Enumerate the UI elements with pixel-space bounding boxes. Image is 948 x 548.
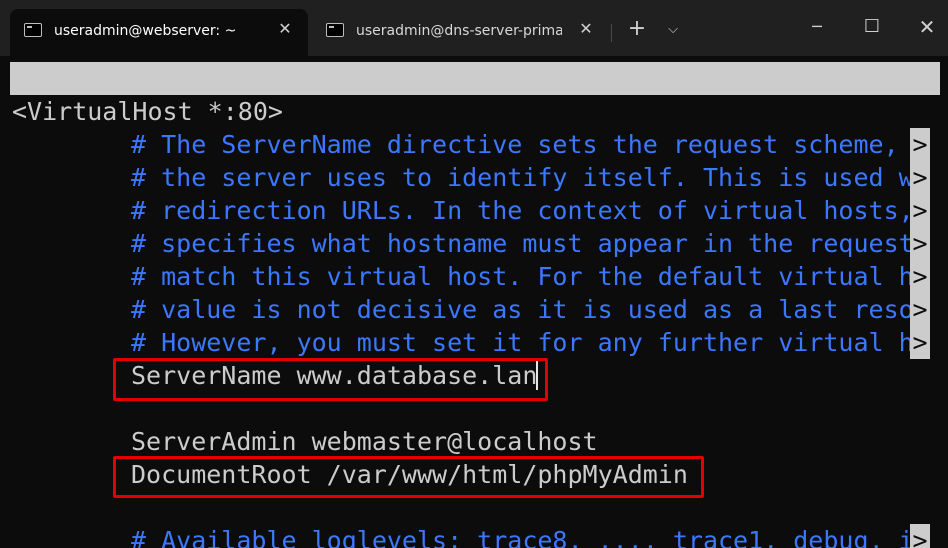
editor-line-comment: # Available loglevels: trace8, ..., trac…	[131, 526, 914, 548]
close-window-button[interactable]: ✕	[912, 14, 942, 40]
editor-line-comment: # match this virtual host. For the defau…	[131, 262, 914, 291]
line-overflow-marker: >	[910, 326, 930, 359]
chevron-down-icon[interactable]: ⌵	[660, 18, 686, 42]
tab-title: useradmin@dns-server-primar	[356, 23, 562, 39]
nano-header-bar: GNU nano 5.4 php.conf *	[10, 62, 940, 159]
editor-line-comment: # specifies what hostname must appear in…	[131, 229, 914, 258]
line-overflow-marker: >	[910, 227, 930, 260]
text-cursor	[536, 361, 538, 390]
close-tab-icon[interactable]: ✕	[275, 19, 295, 39]
line-overflow-marker: >	[910, 194, 930, 227]
tab-dns-server[interactable]: useradmin@dns-server-primar ✕	[312, 9, 608, 56]
documentroot-highlight-box	[113, 456, 704, 498]
new-tab-button[interactable]: +	[624, 16, 650, 42]
minimize-button[interactable]: ─	[802, 14, 832, 40]
window-titlebar: useradmin@webserver: ~ ✕ useradmin@dns-s…	[0, 0, 948, 56]
editor-line-comment: # The ServerName directive sets the requ…	[131, 130, 914, 159]
tab-separator	[611, 24, 612, 42]
editor-line-comment: # the server uses to identify itself. Th…	[131, 163, 914, 192]
servername-highlight-box	[113, 358, 548, 401]
editor-line-comment: # However, you must set it for any furth…	[131, 328, 914, 357]
maximize-button[interactable]: ☐	[857, 14, 887, 40]
line-overflow-marker: >	[910, 260, 930, 293]
tab-title: useradmin@webserver: ~	[54, 23, 237, 39]
terminal-icon	[24, 23, 42, 37]
line-overflow-marker: >	[910, 524, 930, 548]
line-overflow-marker: >	[910, 293, 930, 326]
line-overflow-marker: >	[910, 161, 930, 194]
editor-line: <VirtualHost *:80>	[12, 97, 283, 126]
close-tab-icon[interactable]: ✕	[576, 19, 596, 39]
line-overflow-marker: >	[910, 128, 930, 161]
editor-line-serveradmin: ServerAdmin webmaster@localhost	[131, 427, 598, 456]
editor-line-comment: # redirection URLs. In the context of vi…	[131, 196, 914, 225]
terminal-icon	[326, 23, 344, 37]
tab-webserver[interactable]: useradmin@webserver: ~ ✕	[10, 9, 308, 56]
editor-line-comment: # value is not decisive as it is used as…	[131, 295, 914, 324]
